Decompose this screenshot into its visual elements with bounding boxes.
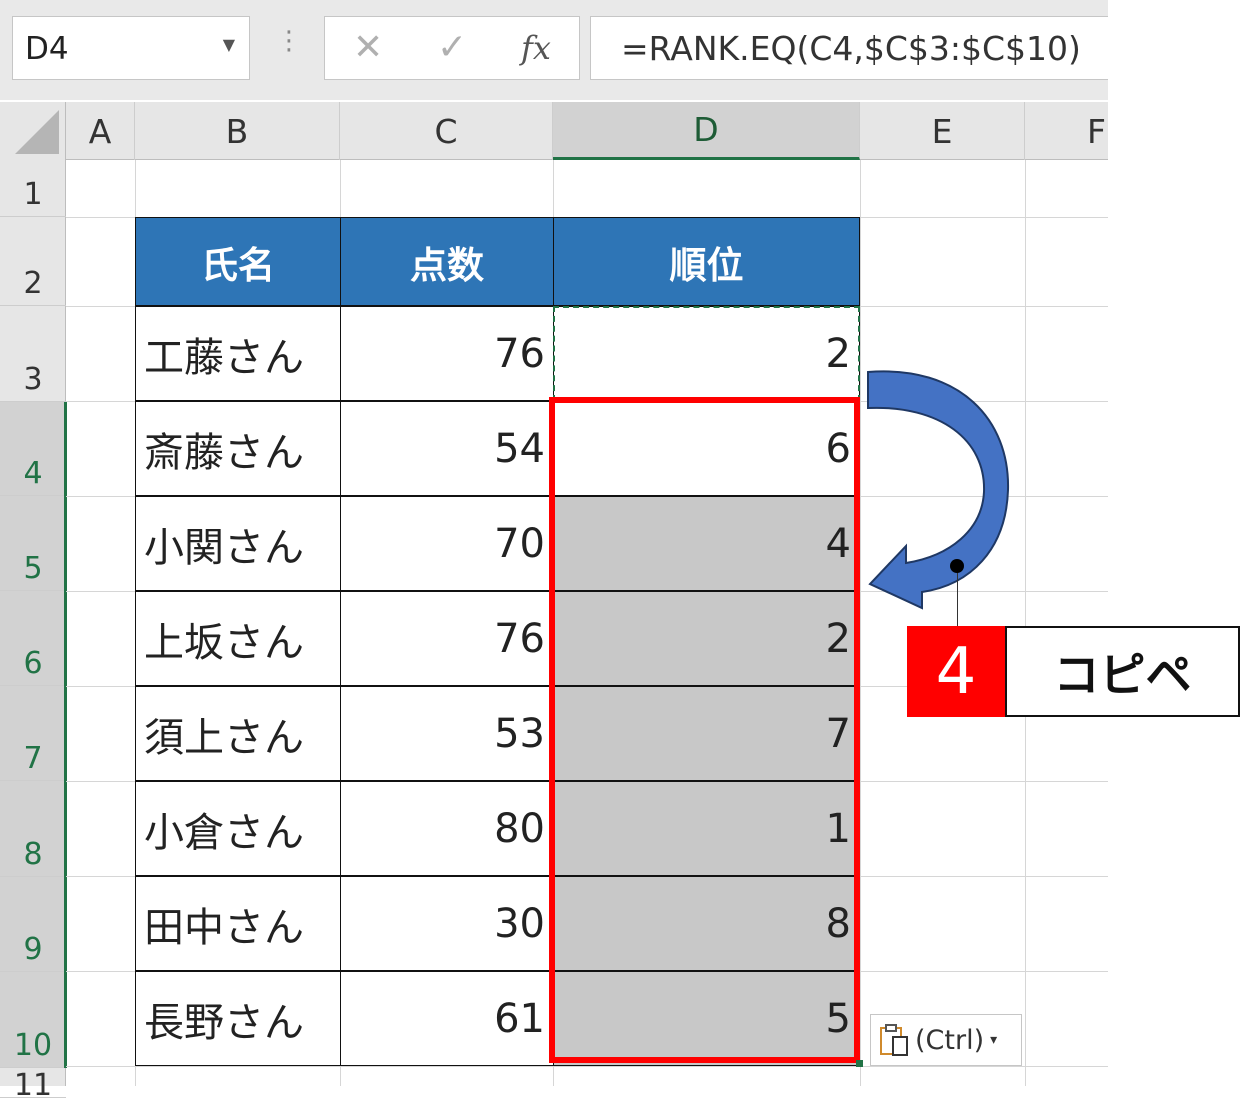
cell-b4[interactable]: 斎藤さん	[135, 401, 341, 496]
step-number-badge: 4	[907, 626, 1005, 717]
table-header-rank[interactable]: 順位	[553, 217, 860, 306]
row-header-6[interactable]: 6	[0, 591, 66, 686]
row-header-7[interactable]: 7	[0, 686, 66, 781]
highlight-rectangle	[549, 397, 860, 1063]
cell-c9[interactable]: 30	[340, 876, 554, 971]
row-header-1[interactable]: 1	[0, 160, 66, 217]
row-header-10[interactable]: 10	[0, 972, 66, 1068]
row-header-8[interactable]: 8	[0, 781, 66, 877]
cell-b7[interactable]: 須上さん	[135, 686, 341, 781]
table-header-name[interactable]: 氏名	[135, 217, 341, 306]
cell-c5[interactable]: 70	[340, 496, 554, 591]
column-header-a[interactable]: A	[66, 102, 135, 160]
column-header-c[interactable]: C	[340, 102, 553, 160]
chevron-down-icon[interactable]: ▼	[223, 35, 235, 54]
name-box-value: D4	[25, 31, 69, 67]
callout-leader-line	[957, 566, 958, 626]
clipboard-icon	[879, 1023, 911, 1057]
row-selection-indicator	[64, 402, 67, 1068]
row-header-4[interactable]: 4	[0, 402, 66, 496]
formula-text: =RANK.EQ(C4,$C$3:$C$10)	[621, 29, 1081, 68]
select-all-button[interactable]	[0, 102, 66, 160]
row-header-11[interactable]: 11	[0, 1068, 66, 1103]
formula-buttons: ✕ ✓ fx	[324, 16, 580, 80]
grid-line	[66, 1066, 1108, 1067]
chevron-down-icon[interactable]: ▾	[990, 1032, 997, 1048]
formula-input[interactable]: =RANK.EQ(C4,$C$3:$C$10)	[590, 16, 1108, 80]
grid-line	[1025, 160, 1026, 1086]
row-header-3[interactable]: 3	[0, 306, 66, 402]
copy-marquee	[553, 306, 860, 401]
column-header-f[interactable]: F	[1025, 102, 1108, 160]
row-header-2[interactable]: 2	[0, 217, 66, 306]
cell-c8[interactable]: 80	[340, 781, 554, 876]
check-icon[interactable]: ✓	[437, 27, 467, 68]
cell-b3[interactable]: 工藤さん	[135, 306, 341, 401]
column-header-b[interactable]: B	[135, 102, 340, 160]
insert-function-button[interactable]: fx	[521, 29, 551, 67]
row-header-9[interactable]: 9	[0, 877, 66, 972]
cell-b8[interactable]: 小倉さん	[135, 781, 341, 876]
step-label: コピペ	[1005, 626, 1240, 717]
cell-b5[interactable]: 小関さん	[135, 496, 341, 591]
cell-c4[interactable]: 54	[340, 401, 554, 496]
cell-c10[interactable]: 61	[340, 971, 554, 1066]
cell-c3[interactable]: 76	[340, 306, 554, 401]
callout-dot	[950, 559, 964, 573]
cell-c7[interactable]: 53	[340, 686, 554, 781]
cell-c6[interactable]: 76	[340, 591, 554, 686]
table-header-score[interactable]: 点数	[340, 217, 554, 306]
paste-options-button[interactable]: (Ctrl) ▾	[870, 1014, 1022, 1066]
cell-b10[interactable]: 長野さん	[135, 971, 341, 1066]
column-header-e[interactable]: E	[860, 102, 1025, 160]
paste-options-label: (Ctrl)	[915, 1024, 985, 1056]
curved-arrow-icon	[867, 370, 1010, 610]
cancel-icon[interactable]: ✕	[353, 27, 383, 68]
name-box[interactable]: D4 ▼	[12, 16, 250, 80]
column-header-d[interactable]: D	[553, 102, 860, 160]
row-header-5[interactable]: 5	[0, 496, 66, 591]
grid-line	[860, 160, 861, 1086]
formula-bar-separator[interactable]: ⋮	[276, 28, 302, 54]
fill-handle[interactable]	[856, 1060, 863, 1067]
cell-b6[interactable]: 上坂さん	[135, 591, 341, 686]
cell-b9[interactable]: 田中さん	[135, 876, 341, 971]
